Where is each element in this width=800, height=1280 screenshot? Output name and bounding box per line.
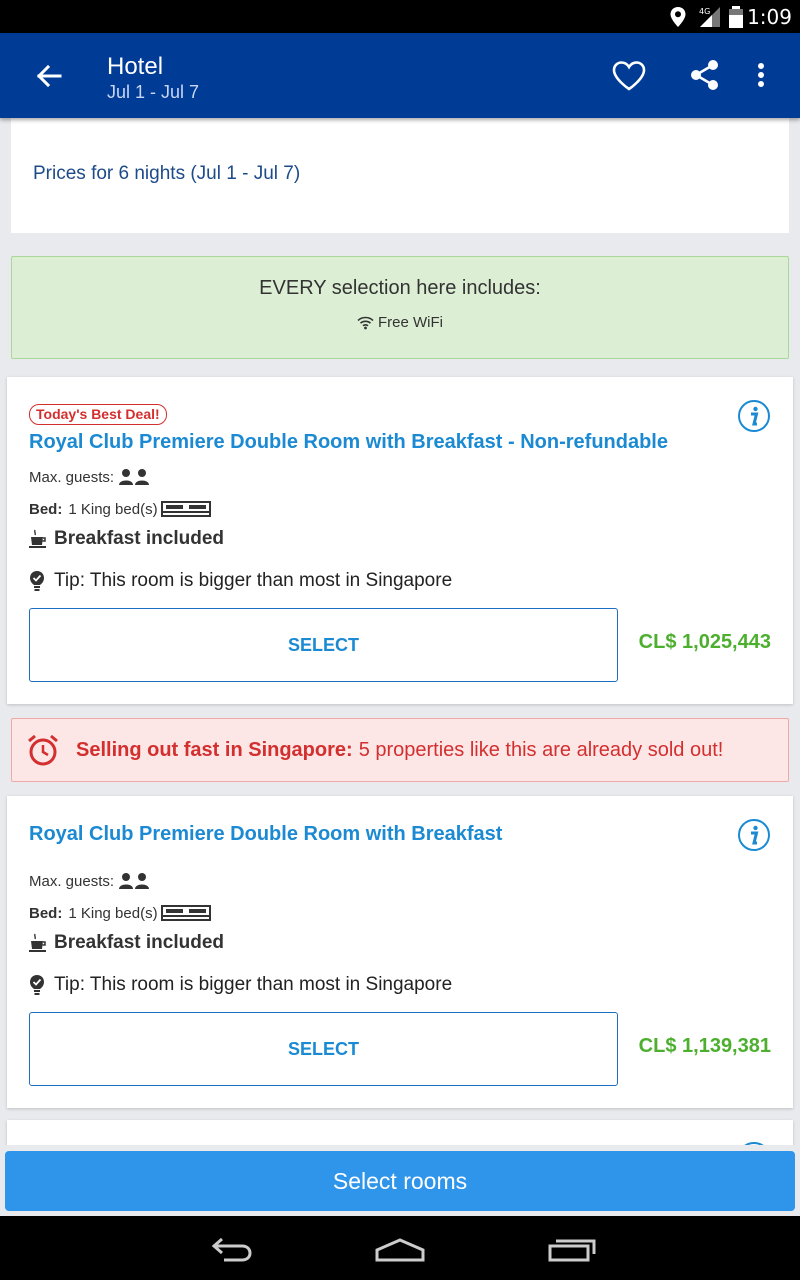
heart-icon[interactable] (608, 55, 650, 97)
tip-text: Tip: This room is bigger than most in Si… (54, 570, 453, 591)
tip-badge-icon (30, 975, 44, 995)
nav-recents-icon[interactable] (546, 1230, 598, 1266)
battery-icon (729, 6, 743, 28)
nav-home-icon[interactable] (373, 1230, 427, 1266)
back-arrow-icon[interactable] (30, 57, 68, 95)
share-icon[interactable] (684, 55, 726, 97)
room-card-partial (7, 1120, 793, 1145)
coffee-cup-icon (29, 933, 46, 952)
breakfast-label: Breakfast included (54, 932, 224, 953)
amenity-row: Free WiFi (12, 314, 788, 331)
room-title[interactable]: Royal Club Premiere Double Room with Bre… (29, 823, 502, 846)
network-type: 4G (699, 7, 710, 16)
amenity-label: Free WiFi (378, 314, 443, 331)
prices-card: Prices for 6 nights (Jul 1 - Jul 7) (11, 118, 789, 233)
max-guests-row: Max. guests: (29, 872, 150, 890)
room-price: CL$ 1,025,443 (638, 631, 771, 653)
bed-label: Bed: (29, 500, 63, 518)
guests-icon (119, 469, 150, 485)
guests-icon (119, 873, 150, 889)
bed-value: 1 King bed(s) (68, 500, 158, 518)
signal-icon: 4G (699, 7, 720, 27)
app-bar: Hotel Jul 1 - Jul 7 (0, 33, 800, 118)
select-rooms-button[interactable]: Select rooms (5, 1151, 795, 1211)
bed-icon (160, 501, 211, 517)
bed-row: Bed: 1 King bed(s) (29, 499, 211, 519)
info-icon[interactable] (737, 818, 771, 852)
tip-row: Tip: This room is bigger than most in Si… (29, 974, 452, 996)
info-icon[interactable] (737, 399, 771, 433)
alert-text: 5 properties like this are already sold … (358, 738, 724, 761)
status-bar: 4G 1:09 (0, 0, 800, 33)
page-subtitle: Jul 1 - Jul 7 (107, 82, 200, 102)
bed-value: 1 King bed(s) (68, 904, 158, 922)
bed-label: Bed: (29, 904, 63, 922)
page-title: Hotel (107, 53, 164, 80)
includes-headline: EVERY selection here includes: (259, 277, 541, 299)
coffee-cup-icon (29, 529, 46, 548)
select-button[interactable]: SELECT (29, 608, 618, 682)
max-guests-label: Max. guests: (29, 468, 115, 486)
breakfast-row: Breakfast included (29, 528, 224, 550)
prices-for-nights: Prices for 6 nights (Jul 1 - Jul 7) (33, 163, 301, 184)
system-nav-bar (0, 1216, 800, 1280)
room-list[interactable]: Prices for 6 nights (Jul 1 - Jul 7) EVER… (0, 118, 800, 1145)
breakfast-row: Breakfast included (29, 932, 224, 954)
selling-out-alert: Selling out fast in Singapore: 5 propert… (11, 718, 789, 782)
more-vert-icon[interactable] (740, 55, 782, 97)
bed-row: Bed: 1 King bed(s) (29, 903, 211, 923)
clock: 1:09 (747, 5, 792, 29)
max-guests-label: Max. guests: (29, 872, 115, 890)
tip-row: Tip: This room is bigger than most in Si… (29, 570, 452, 592)
room-card: Today's Best Deal! Royal Club Premiere D… (7, 377, 793, 704)
room-price: CL$ 1,139,381 (638, 1035, 771, 1057)
nav-back-icon[interactable] (204, 1230, 256, 1266)
best-deal-badge: Today's Best Deal! (29, 404, 167, 425)
includes-banner: EVERY selection here includes: Free WiFi (11, 256, 789, 359)
room-title[interactable]: Royal Club Premiere Double Room with Bre… (29, 431, 668, 454)
bed-icon (160, 905, 211, 921)
breakfast-label: Breakfast included (54, 528, 224, 549)
location-icon (670, 7, 686, 27)
alert-bold-text: Selling out fast in Singapore: (76, 738, 353, 761)
alarm-clock-icon (28, 734, 58, 766)
select-button[interactable]: SELECT (29, 1012, 618, 1086)
wifi-icon (357, 316, 374, 330)
tip-badge-icon (30, 571, 44, 591)
tip-text: Tip: This room is bigger than most in Si… (54, 974, 453, 995)
room-card: Royal Club Premiere Double Room with Bre… (7, 796, 793, 1108)
max-guests-row: Max. guests: (29, 468, 150, 486)
info-icon[interactable] (737, 1142, 771, 1145)
